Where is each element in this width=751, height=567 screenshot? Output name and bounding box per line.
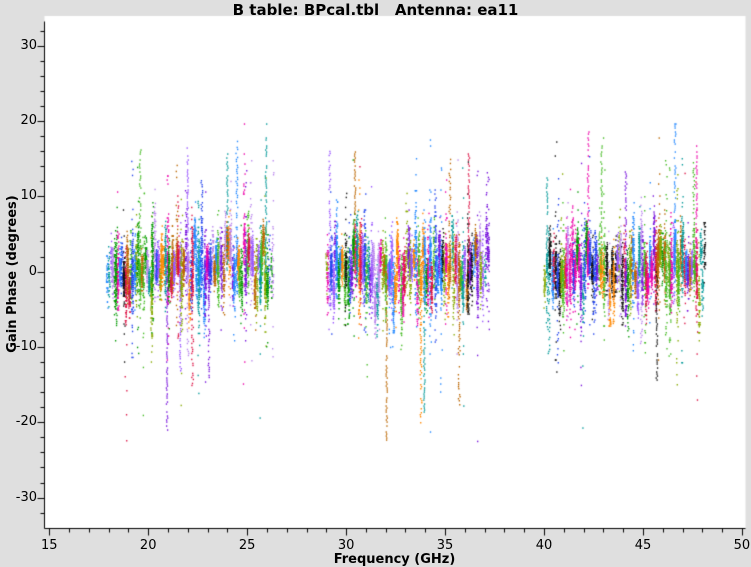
plot-title: B table: BPcal.tbl Antenna: ea11 — [232, 1, 519, 19]
x-axis-label: Frequency (GHz) — [333, 552, 456, 567]
y-axis-label: Gain Phase (degrees) — [5, 195, 20, 353]
plot-canvas[interactable] — [0, 0, 751, 567]
plot-window: B table: BPcal.tbl Antenna: ea11 Frequen… — [0, 0, 751, 567]
